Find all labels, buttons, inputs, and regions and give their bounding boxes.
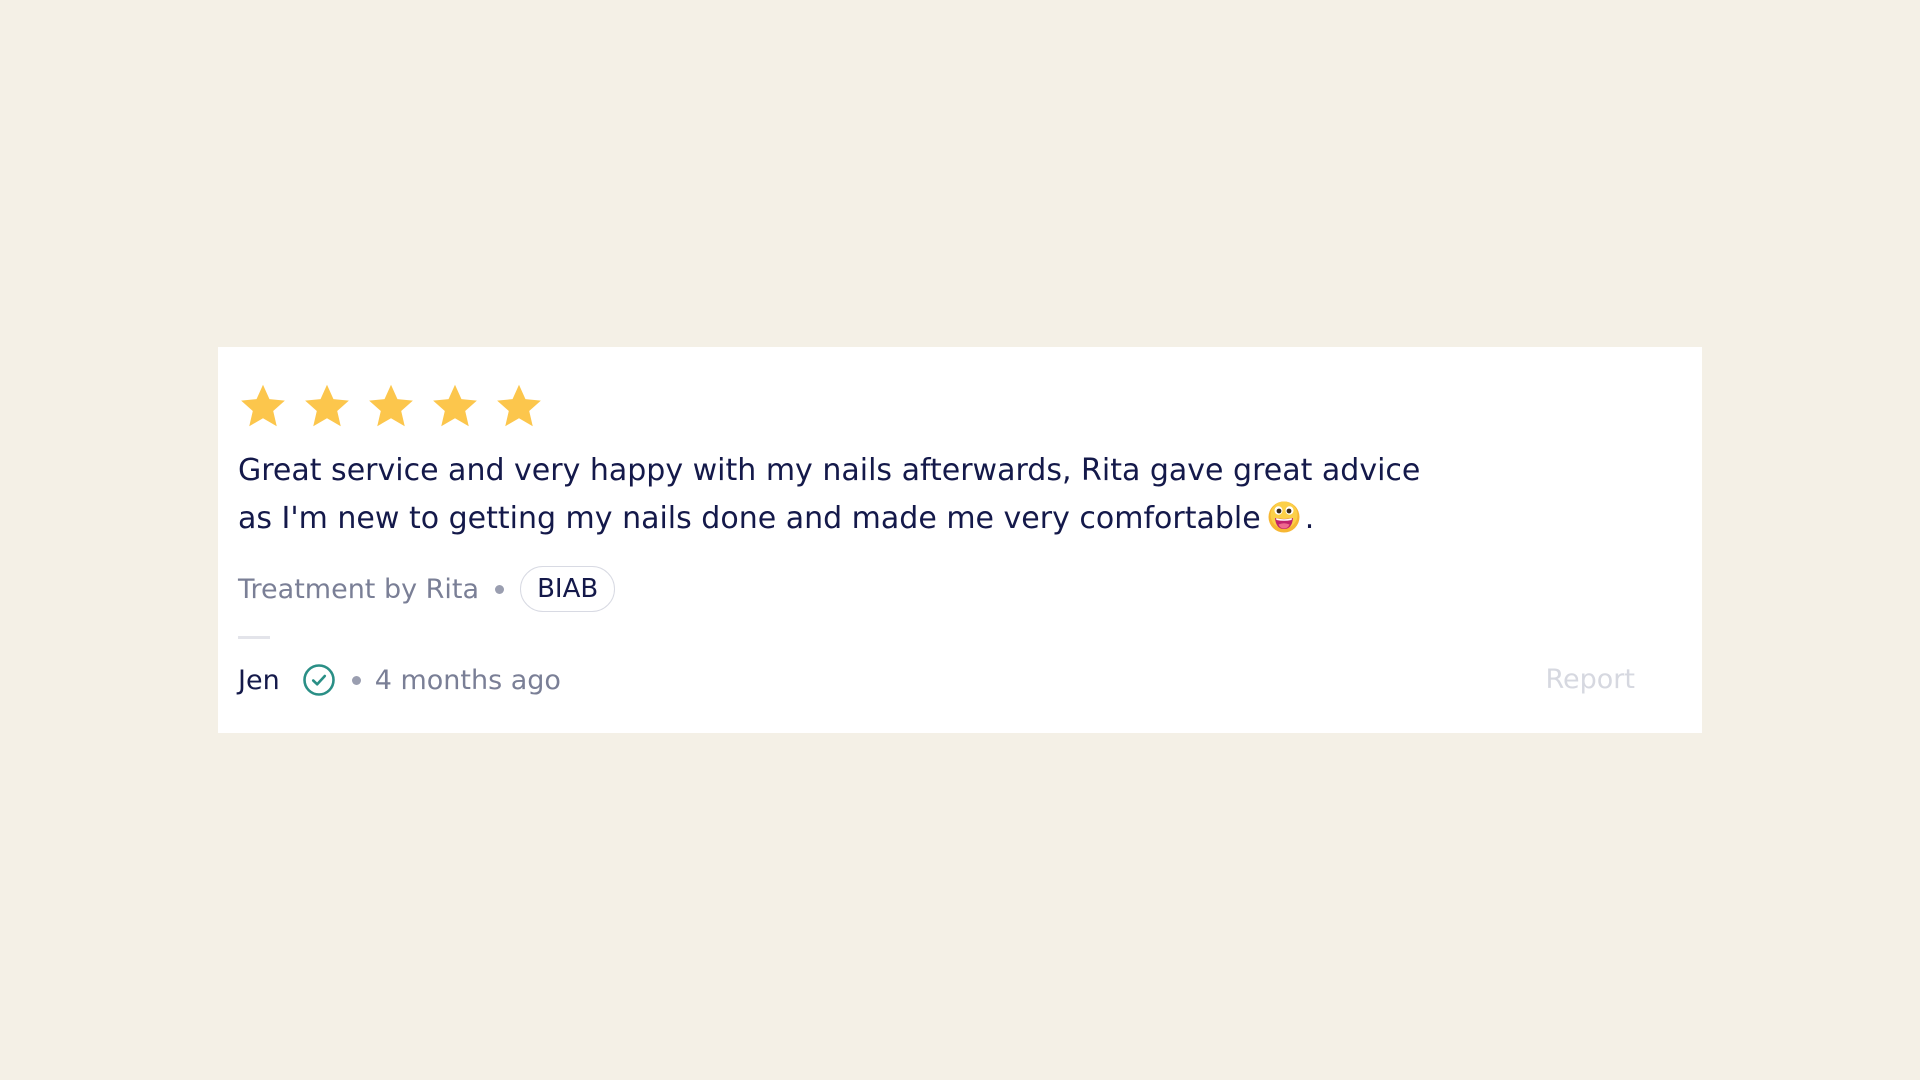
review-text-body: Great service and very happy with my nai…	[238, 453, 1421, 536]
divider	[238, 636, 270, 639]
star-rating	[238, 381, 544, 431]
treatment-by-text: Treatment by Rita	[238, 573, 480, 605]
review-text: Great service and very happy with my nai…	[238, 447, 1458, 543]
review-text-end: .	[1304, 501, 1315, 536]
separator-dot	[351, 675, 361, 685]
author-name: Jen	[238, 664, 280, 696]
grinning-face-icon	[1267, 500, 1301, 534]
star-icon	[430, 381, 480, 431]
star-icon	[494, 381, 544, 431]
report-link[interactable]: Report	[1545, 657, 1635, 703]
review-card: Great service and very happy with my nai…	[218, 347, 1702, 733]
review-time: 4 months ago	[374, 664, 561, 696]
star-icon	[366, 381, 416, 431]
treatment-info: Treatment by Rita BIAB	[238, 566, 616, 612]
star-icon	[302, 381, 352, 431]
star-icon	[238, 381, 288, 431]
verified-check-icon	[302, 663, 336, 697]
treatment-tag[interactable]: BIAB	[520, 566, 616, 612]
review-author-row: Jen 4 months ago	[238, 657, 561, 703]
separator-dot	[495, 584, 505, 594]
